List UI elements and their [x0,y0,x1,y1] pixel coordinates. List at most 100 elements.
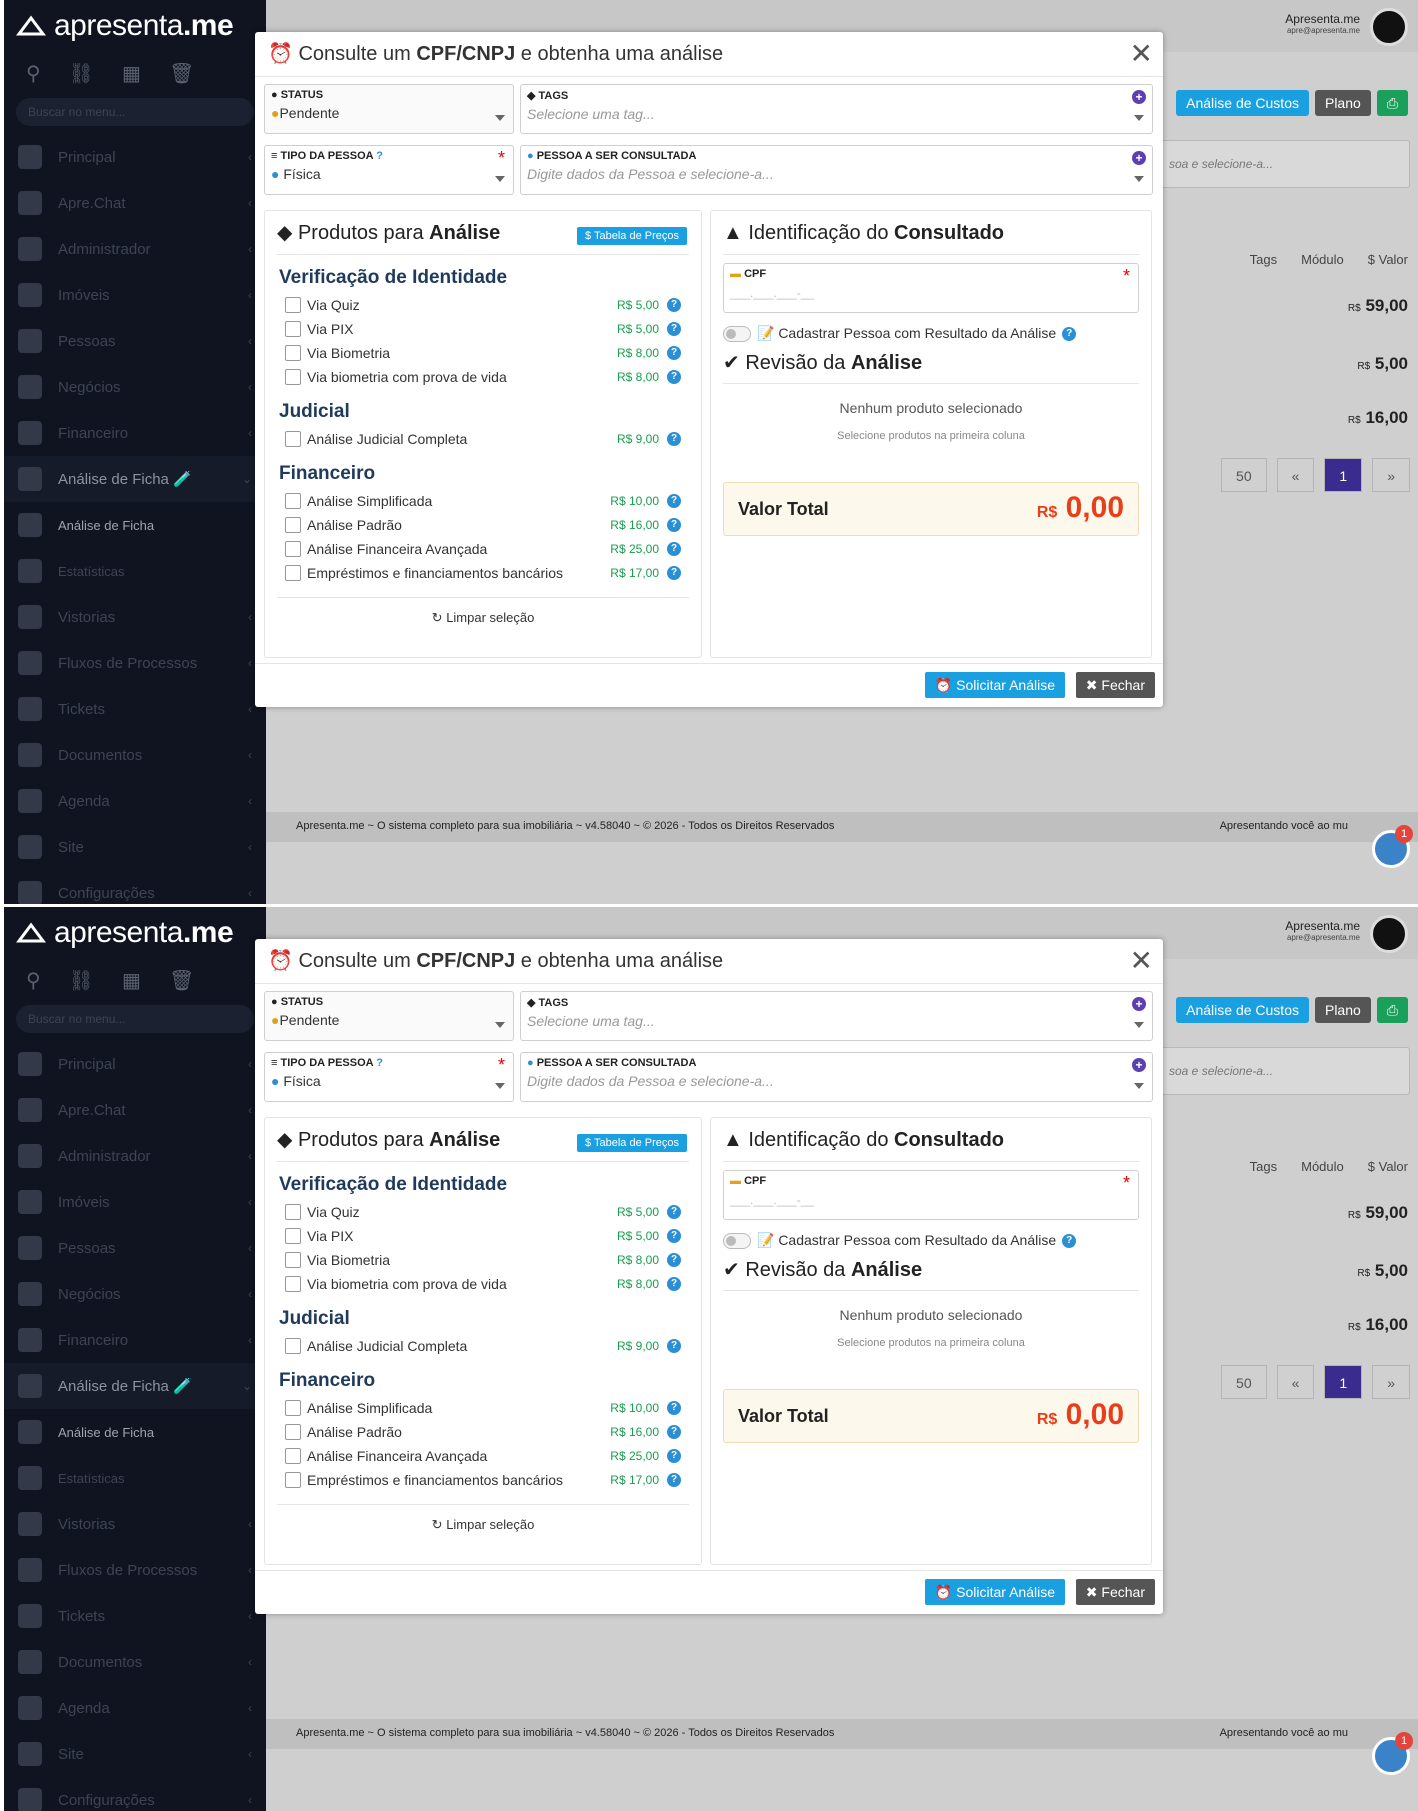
sidebar-item[interactable]: Vistorias ‹ [4,594,266,640]
status-field[interactable]: ● STATUS ●Pendente [264,991,514,1041]
add-tag-icon[interactable]: + [1132,90,1146,104]
custos-button[interactable]: Análise de Custos [1176,997,1309,1023]
sidebar-search-input[interactable]: Buscar no menu... [16,98,254,126]
tags-select[interactable]: ◆ TAGS Selecione uma tag... + [520,991,1153,1041]
sidebar-item[interactable]: Estatísticas [4,1455,266,1501]
help-icon[interactable]: ? [667,1339,681,1353]
product-row[interactable]: Análise Judicial Completa R$ 9,00? [265,427,701,451]
sidebar-item[interactable]: Site ‹ [4,1731,266,1777]
pessoa-select[interactable]: ● PESSOA A SER CONSULTADA Digite dados d… [520,145,1153,195]
close-icon[interactable]: ✕ [1130,37,1153,70]
fechar-button[interactable]: ✖ Fechar [1075,672,1155,698]
cadastrar-toggle[interactable] [723,1232,751,1249]
help-icon[interactable]: ? [667,1277,681,1291]
product-checkbox[interactable] [285,565,301,581]
product-checkbox[interactable] [285,297,301,313]
tabela-precos-button[interactable]: $ Tabela de Preços [577,1134,687,1152]
sidebar-item[interactable]: Documentos ‹ [4,1639,266,1685]
sidebar-item[interactable]: Financeiro ‹ [4,410,266,456]
sidebar-item[interactable]: Análise de Ficha 🧪 ⌄ [4,456,266,502]
cpf-field[interactable]: ▬ CPF ___.___.___-__ * [723,1170,1139,1220]
help-icon[interactable]: ? [667,518,681,532]
cpf-field[interactable]: ▬ CPF ___.___.___-__ * [723,263,1139,313]
tags-select[interactable]: ◆ TAGS Selecione uma tag... + [520,84,1153,134]
product-row[interactable]: Empréstimos e financiamentos bancários R$… [265,1468,701,1492]
sidebar-item[interactable]: Financeiro ‹ [4,1317,266,1363]
product-checkbox[interactable] [285,1252,301,1268]
tipo-pessoa-select[interactable]: ≡ TIPO DA PESSOA ? ● Física * [264,1052,514,1102]
search-icon[interactable]: ⚲ [26,968,41,993]
product-checkbox[interactable] [285,1400,301,1416]
add-person-icon[interactable]: + [1132,151,1146,165]
app-logo[interactable]: apresenta .me [4,0,266,52]
product-row[interactable]: Empréstimos e financiamentos bancários R$… [265,561,701,585]
help-icon[interactable]: ? [667,542,681,556]
sidebar-item[interactable]: Análise de Ficha 🧪 ⌄ [4,1363,266,1409]
chat-fab-button[interactable]: 1 [1372,825,1413,868]
help-icon[interactable]: ? [667,1449,681,1463]
sidebar-item[interactable]: Tickets ‹ [4,1593,266,1639]
add-person-icon[interactable]: + [1132,1058,1146,1072]
sidebar-item[interactable]: Site ‹ [4,824,266,870]
link-icon[interactable]: ⛓ [69,968,94,993]
sidebar-item[interactable]: Apre.Chat ‹ [4,180,266,226]
product-checkbox[interactable] [285,1228,301,1244]
product-row[interactable]: Via biometria com prova de vida R$ 8,00? [265,365,701,389]
help-icon[interactable]: ? [667,298,681,312]
product-row[interactable]: Análise Padrão R$ 16,00? [265,513,701,537]
next-page-button[interactable]: » [1372,458,1410,492]
sidebar-item[interactable]: Principal ‹ [4,134,266,180]
product-row[interactable]: Análise Financeira Avançada R$ 25,00? [265,1444,701,1468]
product-checkbox[interactable] [285,345,301,361]
product-checkbox[interactable] [285,431,301,447]
page-current-button[interactable]: 1 [1324,458,1363,492]
product-row[interactable]: Via PIX R$ 5,00? [265,1224,701,1248]
help-icon[interactable]: ? [667,1425,681,1439]
sidebar-item[interactable]: Tickets ‹ [4,686,266,732]
help-icon[interactable]: ? [667,566,681,580]
sidebar-item[interactable]: Vistorias ‹ [4,1501,266,1547]
help-icon[interactable]: ? [667,1205,681,1219]
sidebar-item[interactable]: Imóveis ‹ [4,272,266,318]
product-row[interactable]: Via Biometria R$ 8,00? [265,1248,701,1272]
product-checkbox[interactable] [285,1204,301,1220]
help-icon[interactable]: ? [667,322,681,336]
background-person-select[interactable]: soa e selecione-a... [1160,140,1410,188]
trash-icon[interactable]: 🗑 [169,968,194,993]
sidebar-item[interactable]: Documentos ‹ [4,732,266,778]
prev-page-button[interactable]: « [1276,1365,1315,1399]
help-icon[interactable]: ? [667,1401,681,1415]
help-icon[interactable]: ? [667,494,681,508]
sidebar-item[interactable]: Agenda ‹ [4,778,266,824]
help-icon[interactable]: ? [376,150,383,162]
sidebar-item[interactable]: Apre.Chat ‹ [4,1087,266,1133]
product-row[interactable]: Análise Simplificada R$ 10,00? [265,489,701,513]
product-row[interactable]: Análise Padrão R$ 16,00? [265,1420,701,1444]
sidebar-item[interactable]: Negócios ‹ [4,364,266,410]
help-icon[interactable]: ? [1062,1233,1077,1248]
user-brand[interactable]: Apresenta.me apre@apresenta.me [1285,12,1360,35]
sidebar-item[interactable]: Administrador ‹ [4,226,266,272]
prev-page-button[interactable]: « [1276,458,1315,492]
sidebar-item[interactable]: Fluxos de Processos ‹ [4,1547,266,1593]
pessoa-select[interactable]: ● PESSOA A SER CONSULTADA Digite dados d… [520,1052,1153,1102]
product-checkbox[interactable] [285,1424,301,1440]
user-brand[interactable]: Apresenta.me apre@apresenta.me [1285,919,1360,942]
help-icon[interactable]: ? [667,432,681,446]
product-checkbox[interactable] [285,493,301,509]
limpar-selecao-button[interactable]: ↻ Limpar seleção [277,597,689,626]
sidebar-item[interactable]: Negócios ‹ [4,1271,266,1317]
page-size-select[interactable]: 50 [1221,458,1267,492]
solicitar-analise-button[interactable]: ⏰ Solicitar Análise [924,672,1065,698]
page-current-button[interactable]: 1 [1324,1365,1363,1399]
product-checkbox[interactable] [285,321,301,337]
tipo-pessoa-select[interactable]: ≡ TIPO DA PESSOA ? ● Física * [264,145,514,195]
app-logo[interactable]: apresenta .me [4,907,266,959]
help-icon[interactable]: ? [667,346,681,360]
close-icon[interactable]: ✕ [1130,944,1153,977]
product-row[interactable]: Análise Financeira Avançada R$ 25,00? [265,537,701,561]
help-icon[interactable]: ? [667,370,681,384]
help-icon[interactable]: ? [376,1057,383,1069]
background-person-select[interactable]: soa e selecione-a... [1160,1047,1410,1095]
fechar-button[interactable]: ✖ Fechar [1075,1579,1155,1605]
